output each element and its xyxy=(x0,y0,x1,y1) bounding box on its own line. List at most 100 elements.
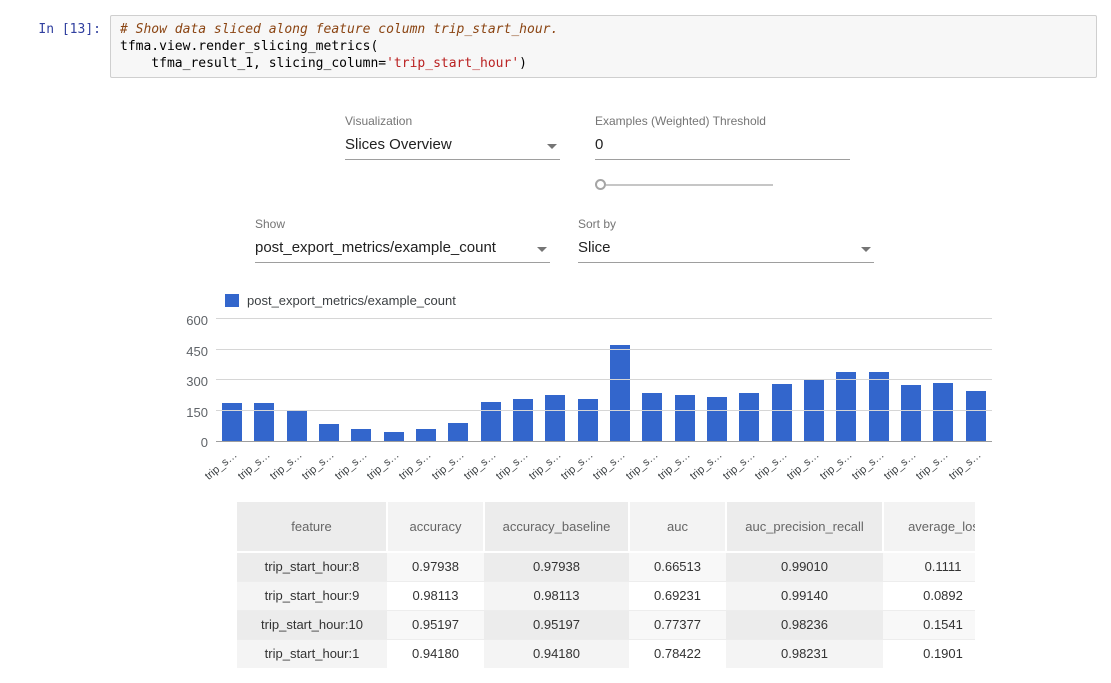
bar-slot xyxy=(895,385,927,441)
bar-slot xyxy=(960,391,992,441)
dropdown-arrow-icon xyxy=(537,247,547,252)
controls-row-top: Visualization Slices Overview Examples (… xyxy=(345,114,992,190)
gridline xyxy=(216,379,992,380)
threshold-control: Examples (Weighted) Threshold 0 xyxy=(595,114,850,190)
code-editor[interactable]: # Show data sliced along feature column … xyxy=(110,15,1097,78)
bar-slot xyxy=(475,402,507,441)
bar[interactable] xyxy=(804,380,824,441)
slices-bar-chart: post_export_metrics/example_count 015030… xyxy=(180,293,992,484)
bar-slot xyxy=(345,429,377,441)
bar[interactable] xyxy=(739,393,759,441)
chart-y-axis: 0150300450600 xyxy=(180,320,216,443)
code-token: # Show data sliced along feature column … xyxy=(120,22,558,37)
legend-label: post_export_metrics/example_count xyxy=(247,293,456,308)
legend-swatch-icon xyxy=(225,294,239,307)
dropdown-arrow-icon xyxy=(547,144,557,149)
column-header-auc[interactable]: auc xyxy=(629,502,726,552)
bar[interactable] xyxy=(481,402,501,441)
bar-slot xyxy=(378,432,410,441)
show-label: Show xyxy=(255,217,550,231)
code-token: tfma_result_1, slicing_column= xyxy=(120,56,386,71)
table-cell: 0.98236 xyxy=(726,610,883,639)
metrics-table: featureaccuracyaccuracy_baselineaucauc_p… xyxy=(237,502,975,668)
column-header-auc_precision_recall[interactable]: auc_precision_recall xyxy=(726,502,883,552)
threshold-input[interactable]: 0 xyxy=(595,136,850,160)
bar-slot xyxy=(410,429,442,441)
gridline xyxy=(216,349,992,350)
bar-slot xyxy=(281,410,313,441)
bar[interactable] xyxy=(416,429,436,441)
table-cell: 0.1541 xyxy=(883,610,975,639)
column-header-feature[interactable]: feature xyxy=(237,502,387,552)
table-cell: trip_start_hour:9 xyxy=(237,581,387,610)
bar-slot xyxy=(830,372,862,441)
bar[interactable] xyxy=(869,372,889,441)
bar-slot xyxy=(669,395,701,441)
table-cell: 0.78422 xyxy=(629,639,726,668)
table-row: trip_start_hour:10.941800.941800.784220.… xyxy=(237,639,975,668)
table-cell: 0.1901 xyxy=(883,639,975,668)
column-header-average_los[interactable]: average_los xyxy=(883,502,975,552)
y-axis-tick-label: 450 xyxy=(186,345,208,358)
table-cell: 0.97938 xyxy=(387,552,484,581)
bar[interactable] xyxy=(287,410,307,441)
bar[interactable] xyxy=(836,372,856,441)
bar[interactable] xyxy=(933,383,953,441)
table-cell: trip_start_hour:8 xyxy=(237,552,387,581)
x-label-slot: trip_s… xyxy=(960,442,992,484)
bar[interactable] xyxy=(319,424,339,441)
cell-prompt: In [13]: xyxy=(18,15,110,78)
bar[interactable] xyxy=(772,384,792,441)
tfma-slicing-metrics-widget: Visualization Slices Overview Examples (… xyxy=(180,114,992,668)
chart-plot xyxy=(216,320,992,442)
table-cell: 0.98113 xyxy=(387,581,484,610)
bar[interactable] xyxy=(966,391,986,441)
bar-slot xyxy=(442,423,474,441)
bar[interactable] xyxy=(384,432,404,441)
chart-body: 0150300450600 trip_s…trip_s…trip_s…trip_… xyxy=(180,320,992,484)
bar[interactable] xyxy=(901,385,921,441)
gridline xyxy=(216,318,992,319)
table-cell: 0.98231 xyxy=(726,639,883,668)
threshold-slider[interactable] xyxy=(595,179,773,190)
code-token: tfma.view.render_slicing_metrics( xyxy=(120,39,378,54)
y-axis-tick-label: 300 xyxy=(186,375,208,388)
bar-slot xyxy=(927,383,959,441)
sort-by-label: Sort by xyxy=(578,217,874,231)
bar[interactable] xyxy=(545,395,565,441)
metrics-table-container: featureaccuracyaccuracy_baselineaucauc_p… xyxy=(237,502,975,668)
bar-slot xyxy=(539,395,571,441)
table-cell: 0.66513 xyxy=(629,552,726,581)
table-cell: 0.69231 xyxy=(629,581,726,610)
bar-slot xyxy=(798,380,830,441)
bar-slot xyxy=(604,345,636,441)
bar-slot xyxy=(701,397,733,441)
bar[interactable] xyxy=(578,399,598,441)
table-cell: 0.97938 xyxy=(484,552,629,581)
visualization-label: Visualization xyxy=(345,114,560,128)
show-metric-dropdown[interactable]: post_export_metrics/example_count xyxy=(255,239,550,263)
sort-by-control: Sort by Slice xyxy=(578,217,874,263)
column-header-accuracy_baseline[interactable]: accuracy_baseline xyxy=(484,502,629,552)
bar[interactable] xyxy=(642,393,662,441)
bar[interactable] xyxy=(675,395,695,441)
bar[interactable] xyxy=(610,345,630,441)
bar-slot xyxy=(507,399,539,441)
code-lines: # Show data sliced along feature column … xyxy=(120,21,1087,72)
visualization-dropdown[interactable]: Slices Overview xyxy=(345,136,560,160)
sort-by-dropdown[interactable]: Slice xyxy=(578,239,874,263)
chart-bars xyxy=(216,319,992,441)
column-header-accuracy[interactable]: accuracy xyxy=(387,502,484,552)
table-cell: 0.95197 xyxy=(484,610,629,639)
bar[interactable] xyxy=(351,429,371,441)
code-line: tfma_result_1, slicing_column='trip_star… xyxy=(120,55,1087,72)
y-axis-tick-label: 600 xyxy=(186,314,208,327)
bar-slot xyxy=(733,393,765,441)
bar[interactable] xyxy=(448,423,468,441)
threshold-label: Examples (Weighted) Threshold xyxy=(595,114,850,128)
bar[interactable] xyxy=(513,399,533,441)
table-cell: 0.95197 xyxy=(387,610,484,639)
bar[interactable] xyxy=(707,397,727,441)
controls-row-bottom: Show post_export_metrics/example_count S… xyxy=(255,217,992,263)
slider-thumb[interactable] xyxy=(595,179,606,190)
